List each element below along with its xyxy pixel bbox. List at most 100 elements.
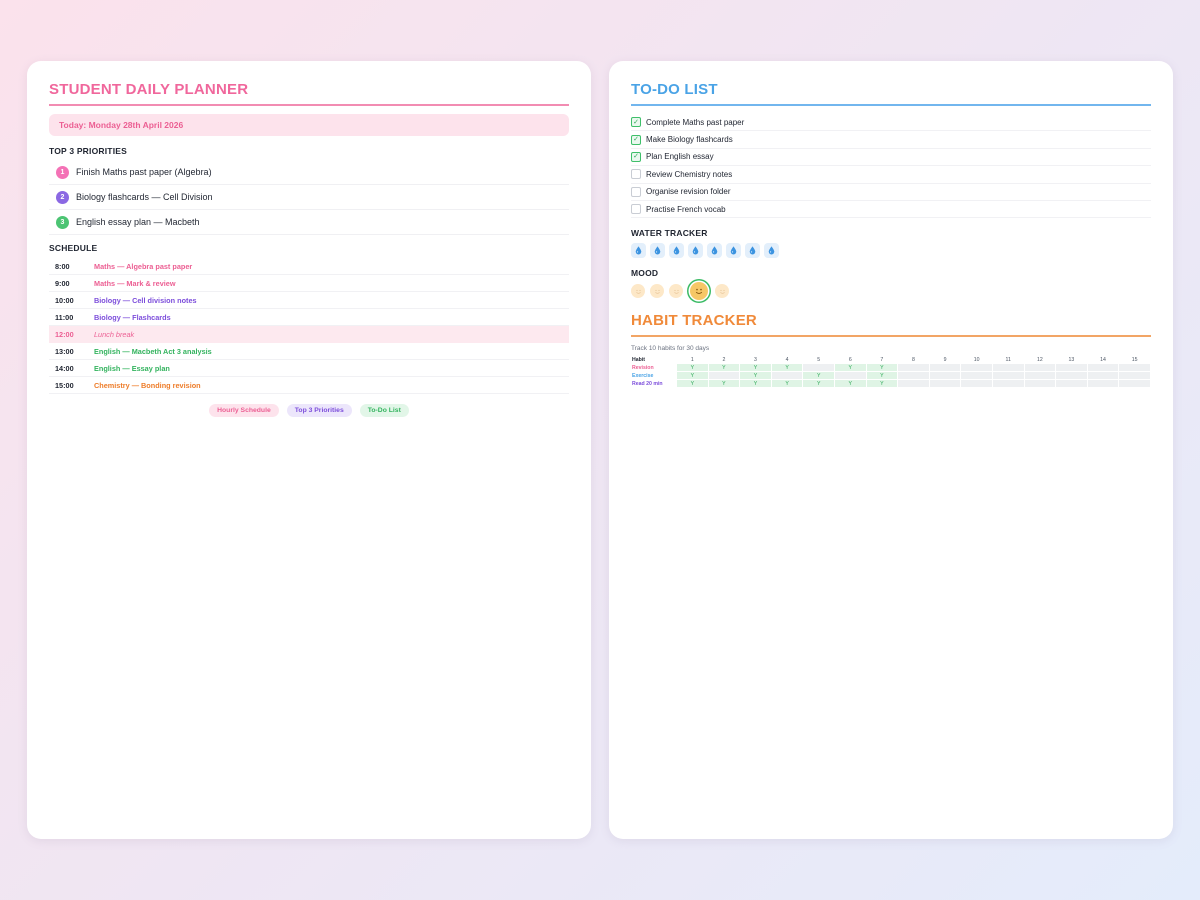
habit-cell-done[interactable]: Y (866, 380, 898, 388)
habit-day-header: 8 (912, 356, 915, 363)
priority-text: Finish Maths past paper (Algebra) (76, 167, 212, 177)
water-glass[interactable] (669, 243, 684, 259)
habit-cell-done[interactable]: Y (866, 372, 898, 380)
habit-cell[interactable] (898, 380, 929, 388)
water-glass[interactable] (726, 243, 741, 259)
habit-cell-done[interactable]: Y (803, 380, 834, 388)
water-tracker-heading: WATER TRACKER (631, 228, 708, 239)
habit-cell[interactable] (803, 364, 834, 372)
habit-cell[interactable] (1087, 372, 1119, 380)
habit-cell[interactable] (961, 372, 992, 380)
todo-item[interactable]: ✓ Complete Maths past paper (631, 114, 1151, 132)
habit-cell-done[interactable]: Y (677, 372, 708, 380)
habit-cell[interactable] (992, 372, 1024, 380)
habit-day-header: 3 (754, 356, 757, 363)
priority-item[interactable]: 1 Finish Maths past paper (Algebra) (49, 160, 569, 185)
checkbox-unchecked[interactable] (631, 169, 641, 180)
todo-item[interactable]: ✓ Plan English essay (631, 149, 1151, 167)
habit-cell[interactable] (929, 380, 961, 388)
mood-heading: MOOD (631, 268, 659, 279)
todo-item[interactable]: Review Chemistry notes (631, 166, 1151, 184)
habit-cell[interactable] (1024, 364, 1056, 372)
schedule-time: 14:00 (55, 363, 74, 373)
mood-option-selected[interactable] (690, 282, 708, 301)
water-glass[interactable] (745, 243, 760, 259)
habit-cell[interactable] (961, 364, 992, 372)
mood-face-icon (635, 289, 641, 294)
habit-cell[interactable] (1119, 372, 1150, 380)
checkbox-checked[interactable]: ✓ (631, 134, 641, 145)
water-glass[interactable] (650, 243, 665, 259)
habit-cell[interactable] (1056, 372, 1087, 380)
habit-cell-done[interactable]: Y (708, 364, 740, 372)
habit-cell[interactable] (1087, 380, 1119, 388)
schedule-row[interactable]: 8:00 Maths — Algebra past paper (49, 258, 569, 275)
schedule-row[interactable]: 9:00 Maths — Mark & review (49, 275, 569, 292)
habit-cell[interactable] (992, 380, 1024, 388)
habit-cell-done[interactable]: Y (834, 364, 866, 372)
habit-cell[interactable] (1056, 364, 1087, 372)
schedule-task: English — Macbeth Act 3 analysis (94, 346, 212, 356)
water-drop-icon (711, 246, 718, 255)
mood-option[interactable] (650, 284, 664, 299)
water-glass[interactable] (764, 243, 779, 259)
checkbox-checked[interactable]: ✓ (631, 117, 641, 128)
schedule-task: English — Essay plan (94, 363, 170, 373)
todo-item[interactable]: Organise revision folder (631, 184, 1151, 201)
todo-item[interactable]: ✓ Make Biology flashcards (631, 131, 1151, 149)
checkbox-unchecked[interactable] (631, 204, 641, 215)
habit-cell-done[interactable]: Y (771, 380, 803, 388)
habit-cell[interactable] (929, 364, 961, 372)
priority-list: 1 Finish Maths past paper (Algebra) 2 Biolo… (49, 160, 569, 235)
habit-cell-done[interactable]: Y (740, 380, 771, 388)
habit-cell[interactable] (1024, 380, 1056, 388)
water-glass[interactable] (688, 243, 703, 259)
habit-cell[interactable] (834, 372, 866, 380)
schedule-row[interactable]: 15:00 Chemistry — Bonding revision (49, 377, 569, 394)
checkbox-checked[interactable]: ✓ (631, 151, 641, 162)
schedule-row[interactable]: 10:00 Biology — Cell division notes (49, 292, 569, 309)
habit-cell-done[interactable]: Y (708, 380, 740, 388)
schedule-row[interactable]: 11:00 Biology — Flashcards (49, 309, 569, 326)
schedule-row[interactable]: 12:00 Lunch break (49, 326, 569, 343)
habit-cell[interactable] (1087, 364, 1119, 372)
habit-cell-done[interactable]: Y (677, 380, 708, 388)
mood-option[interactable] (669, 284, 683, 299)
habit-cell-done[interactable]: Y (677, 364, 708, 372)
habit-cell-done[interactable]: Y (771, 364, 803, 372)
habit-cell[interactable] (708, 372, 740, 380)
habit-cell-done[interactable]: Y (803, 372, 834, 380)
habit-cell[interactable] (771, 372, 803, 380)
priority-item[interactable]: 3 English essay plan — Macbeth (49, 210, 569, 235)
habit-cell[interactable] (898, 364, 929, 372)
habit-cell[interactable] (1119, 364, 1150, 372)
todo-page: TO-DO LIST ✓ Complete Maths past paper ✓ Ma… (609, 61, 1173, 839)
tag-chip[interactable]: Top 3 Priorities (286, 404, 352, 417)
todo-item[interactable]: Practise French vocab (631, 201, 1151, 219)
habit-cell[interactable] (898, 372, 929, 380)
water-glass[interactable] (707, 243, 722, 259)
mood-face-icon (673, 289, 679, 294)
water-glass[interactable] (631, 243, 646, 259)
todo-title: TO-DO LIST (631, 81, 1151, 106)
habit-cell[interactable] (961, 380, 992, 388)
habit-cell[interactable] (1056, 380, 1087, 388)
tag-chip[interactable]: To-Do List (359, 404, 409, 417)
habit-cell-done[interactable]: Y (866, 364, 898, 372)
habit-cell[interactable] (992, 364, 1024, 372)
priority-item[interactable]: 2 Biology flashcards — Cell Division (49, 185, 569, 210)
checkbox-unchecked[interactable] (631, 186, 641, 197)
habit-cell[interactable] (1024, 372, 1056, 380)
habit-cell-done[interactable]: Y (834, 380, 866, 388)
habit-cell[interactable] (1119, 380, 1150, 388)
schedule-row[interactable]: 13:00 English — Macbeth Act 3 analysis (49, 343, 569, 360)
water-drop-icon (635, 246, 642, 255)
habit-cell-done[interactable]: Y (740, 364, 771, 372)
mood-option[interactable] (631, 284, 645, 299)
schedule-row[interactable]: 14:00 English — Essay plan (49, 360, 569, 377)
tag-chip[interactable]: Hourly Schedule (209, 404, 279, 417)
habit-cell-done[interactable]: Y (740, 372, 771, 380)
mood-option[interactable] (715, 284, 729, 299)
habit-cell[interactable] (929, 372, 961, 380)
habit-body: Revision Y Y Y Y Y Y Exercise Y Y Y Y Read 20 min Y Y Y… (632, 364, 1150, 388)
